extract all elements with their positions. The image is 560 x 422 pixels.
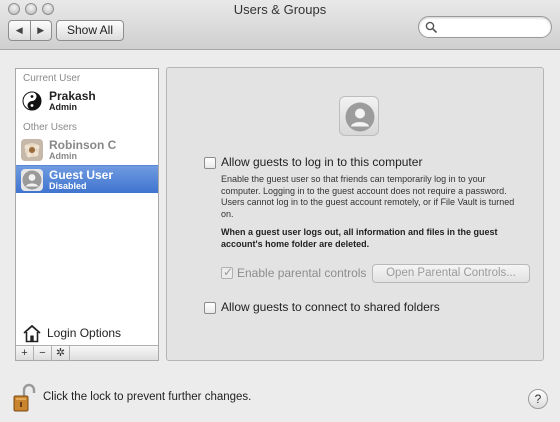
house-icon <box>23 324 41 343</box>
allow-guests-label: Allow guests to log in to this computer <box>221 155 423 169</box>
window-title: Users & Groups <box>233 2 327 17</box>
lock-message: Click the lock to prevent further change… <box>43 391 252 403</box>
search-input[interactable] <box>418 16 552 38</box>
open-parental-controls-button[interactable]: Open Parental Controls... <box>372 264 530 283</box>
guest-avatar[interactable] <box>339 96 379 136</box>
yin-yang-icon <box>21 90 43 112</box>
help-button[interactable]: ? <box>528 389 548 409</box>
parental-controls-label: Enable parental controls <box>237 266 367 280</box>
flower-icon <box>21 139 43 161</box>
shared-folders-checkbox[interactable] <box>204 302 216 314</box>
gear-icon[interactable]: ✲ <box>52 346 70 361</box>
user-row-guest[interactable]: Guest User Disabled <box>16 165 158 193</box>
current-user-header: Current User <box>23 73 81 84</box>
user-row-prakash[interactable]: Prakash Admin <box>16 87 158 115</box>
guest-settings-panel: Allow guests to log in to this computer … <box>166 67 544 361</box>
users-list: Current User Prakash Admin Other Users R… <box>15 68 159 361</box>
guest-warning: When a guest user logs out, all informat… <box>221 227 498 249</box>
add-user-button[interactable]: + <box>16 346 34 361</box>
person-silhouette-icon <box>345 102 375 132</box>
user-row-robinson[interactable]: Robinson C Admin <box>16 136 158 164</box>
forward-button[interactable]: ▶ <box>29 21 52 40</box>
toolbar: Users & Groups ◀ ▶ Show All <box>0 0 560 50</box>
login-options-label: Login Options <box>47 326 122 340</box>
login-options-item[interactable]: Login Options <box>16 323 158 345</box>
user-role: Admin <box>49 102 77 112</box>
allow-guests-checkbox[interactable] <box>204 157 216 169</box>
remove-user-button[interactable]: − <box>34 346 52 361</box>
user-role: Admin <box>49 151 77 161</box>
guest-description: Enable the guest user so that friends ca… <box>221 174 515 219</box>
user-name: Robinson C <box>49 138 117 152</box>
shared-folders-label: Allow guests to connect to shared folder… <box>221 300 440 314</box>
back-forward-group: ◀ ▶ <box>8 20 52 41</box>
user-role: Disabled <box>49 181 87 191</box>
show-all-button[interactable]: Show All <box>56 20 124 41</box>
sidebar-toolbar: + − ✲ <box>16 345 158 361</box>
users-groups-window: Users & Groups ◀ ▶ Show All Current User <box>0 0 560 422</box>
parental-controls-checkbox[interactable]: ✓ <box>221 265 234 279</box>
user-name: Prakash <box>49 89 96 103</box>
checkmark-icon: ✓ <box>223 265 234 279</box>
user-name: Guest User <box>49 168 114 182</box>
person-silhouette-icon <box>21 169 43 191</box>
search-icon <box>425 21 438 34</box>
back-button[interactable]: ◀ <box>9 21 30 40</box>
other-users-header: Other Users <box>23 122 77 133</box>
lock-icon[interactable] <box>12 383 36 413</box>
